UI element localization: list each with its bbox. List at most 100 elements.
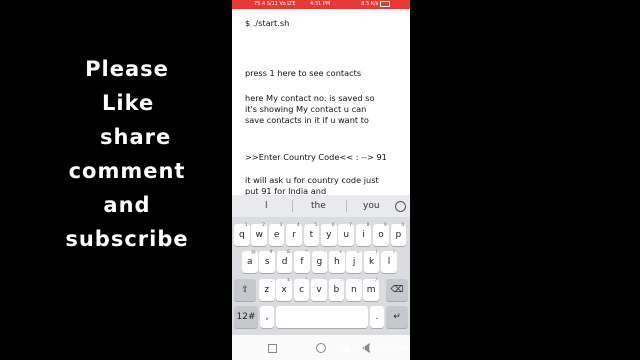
key-hint: - — [323, 250, 326, 255]
shift-key[interactable]: ⇧ — [234, 279, 256, 301]
key-l[interactable]: ) l — [381, 250, 397, 273]
backspace-key[interactable]: ⌫ — [386, 279, 408, 301]
key-hint: 4 — [296, 223, 300, 228]
key-hint: 0 — [401, 223, 405, 228]
key-x[interactable]: $ x — [276, 278, 292, 301]
key-label: o — [378, 230, 384, 240]
overlay-line-share: share — [100, 125, 172, 149]
key-label: f — [300, 257, 304, 267]
terminal-line: $ ./start.sh — [245, 18, 290, 28]
divider — [292, 200, 293, 212]
key-hint: 5 — [314, 223, 318, 228]
soft-keyboard: l the you 1q2w3e4r5t6y7u8i9o0p @ a # s & d * f -… — [232, 195, 410, 335]
key-o[interactable]: 9o — [373, 223, 389, 246]
key-b[interactable]: :b — [328, 278, 345, 301]
overlay-line-subscribe: subscribe — [65, 227, 189, 251]
key-label: v — [316, 285, 322, 295]
key-d[interactable]: & d — [276, 250, 293, 273]
terminal-line: it's showing My contact u can — [245, 104, 367, 114]
key-hint: 6 — [331, 223, 335, 228]
home-icon[interactable] — [316, 343, 326, 353]
key-label: c — [299, 285, 305, 295]
suggestion-item[interactable]: the — [311, 201, 326, 211]
key-label: s — [264, 257, 270, 267]
emoji-icon[interactable] — [395, 201, 406, 212]
recorder-watermark: DU Recorder — [340, 344, 409, 354]
enter-key[interactable]: ↵ — [386, 306, 408, 328]
terminal-line: press 1 here to see contacts — [245, 68, 362, 78]
key-label: e — [273, 230, 280, 240]
key-hint: & — [286, 250, 291, 255]
key-v[interactable]: ' v — [311, 278, 327, 301]
key-label: x — [281, 285, 287, 295]
key-f[interactable]: * f — [294, 250, 310, 273]
data-speed: 8.5 K/s — [361, 0, 390, 9]
overlay-line-please: Please — [85, 57, 169, 81]
key-a[interactable]: @ a — [242, 250, 258, 273]
shift-icon: ⇧ — [241, 285, 249, 295]
key-hint: = — [356, 250, 360, 255]
key-t[interactable]: 5t — [303, 223, 320, 246]
suggestion-bar: l the you — [232, 195, 410, 217]
key-h[interactable]: + h — [329, 250, 345, 273]
key-c[interactable]: " c — [293, 278, 310, 301]
key-label: m — [366, 285, 376, 295]
key-y[interactable]: 6y — [321, 223, 337, 246]
key-g[interactable]: -g — [311, 250, 328, 273]
network-status: 75.4 S/11 Vo LTE — [254, 1, 296, 7]
divider — [346, 200, 347, 212]
key-k[interactable]: (k — [363, 250, 380, 273]
key-label: n — [350, 285, 357, 295]
key-hint: 8 — [366, 223, 370, 228]
key-w[interactable]: 2w — [251, 223, 267, 246]
key-j[interactable]: = j — [346, 250, 362, 273]
recents-icon[interactable] — [268, 344, 277, 353]
key-label: l — [387, 257, 391, 267]
key-label: k — [368, 257, 375, 267]
key-hint: 9 — [383, 223, 387, 228]
key-hint: + — [338, 250, 343, 255]
key-label: q — [238, 230, 245, 240]
comma-key[interactable]: , — [260, 306, 274, 328]
key-label: j — [352, 257, 356, 267]
key-hint: ; — [358, 278, 360, 283]
terminal-line: it will ask u for country code just — [245, 175, 379, 185]
terminal-output[interactable]: $ ./start.sh press 1 here to see contact… — [232, 9, 410, 196]
suggestion-item[interactable]: l — [265, 201, 268, 211]
overlay-text: Please Like share comment and subscribe — [62, 52, 192, 256]
key-label: u — [343, 230, 350, 240]
key-hint: ( — [375, 250, 378, 255]
key-hint: @ — [251, 250, 256, 255]
key-u[interactable]: 7u — [338, 223, 354, 246]
key-s[interactable]: # s — [259, 250, 275, 273]
key-n[interactable]: ; n — [346, 278, 362, 301]
key-i[interactable]: 8i — [355, 223, 372, 246]
terminal-line: here My contact no. is saved so — [245, 93, 375, 103]
backspace-icon: ⌫ — [390, 285, 404, 295]
period-key[interactable]: . — [370, 306, 384, 328]
status-bar: 75.4 S/11 Vo LTE 4:31 PM 8.5 K/s — [232, 0, 410, 9]
key-e[interactable]: 3e — [268, 223, 285, 246]
key-hint: / — [375, 278, 377, 283]
clock: 4:31 PM — [310, 1, 331, 7]
key-hint: " — [305, 278, 308, 283]
key-m[interactable]: / m — [363, 278, 379, 301]
key-q[interactable]: 1q — [234, 223, 250, 246]
key-label: p — [395, 230, 402, 240]
recorder-icon — [340, 344, 350, 353]
symbols-key[interactable]: 12# — [234, 306, 258, 328]
key-p[interactable]: 0p — [390, 223, 407, 246]
key-label: a — [247, 257, 253, 267]
key-label: h — [333, 257, 340, 267]
key-label: b — [333, 285, 340, 295]
key-hint: # — [269, 250, 273, 255]
key-z[interactable]: _ z — [259, 278, 275, 301]
terminal-line: >>Enter Country Code<< : --> 91 — [245, 152, 387, 162]
key-hint: 2 — [262, 223, 265, 228]
suggestion-item[interactable]: you — [363, 201, 380, 211]
key-hint: 3 — [279, 223, 283, 228]
key-label: y — [326, 230, 332, 240]
space-key[interactable] — [276, 306, 368, 328]
key-label: w — [255, 230, 263, 240]
key-r[interactable]: 4r — [286, 223, 302, 246]
